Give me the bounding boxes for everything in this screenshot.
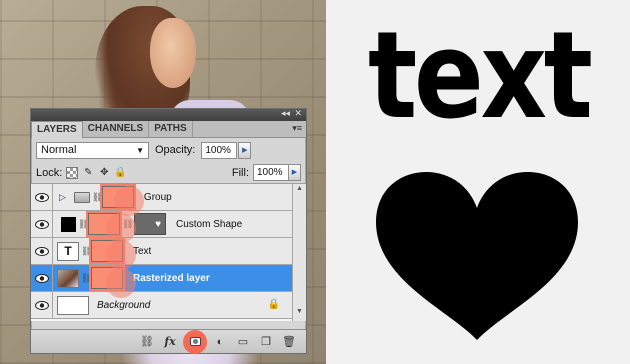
lock-row: Lock: ✎ ✥ 🔒 Fill: 100% ▶ [31,162,306,184]
link-layers-icon[interactable]: ⛓ [140,335,154,348]
text-layer-icon[interactable]: T [57,241,79,261]
photo-face [150,18,196,88]
lock-all-icon[interactable]: 🔒 [114,167,126,179]
artwork-area: text [326,0,630,364]
fill-slider-button[interactable]: ▶ [288,164,301,181]
new-group-icon[interactable]: ▭ [236,335,250,348]
layer-name: Custom Shape [176,218,243,230]
layer-row-background[interactable]: Background 🔒 [31,291,294,319]
layer-row-text[interactable]: T ⛓ Text [31,237,294,265]
highlight-circle [106,268,136,298]
link-icon[interactable]: ⛓ [92,192,103,203]
lock-position-icon[interactable]: ✥ [98,167,110,179]
heart-shape [376,172,578,340]
layer-row-rasterized[interactable]: ⛓ Rasterized layer [31,264,294,292]
artwork-text: text [368,7,593,146]
visibility-eye-icon[interactable] [31,183,53,211]
chevron-down-icon: ▼ [136,145,144,155]
lock-pixels-icon[interactable]: ✎ [82,167,94,179]
highlight-circle [106,240,136,270]
layer-name: Group [143,191,172,203]
lock-label: Lock: [36,166,63,179]
tab-layers[interactable]: LAYERS [31,121,83,138]
expand-triangle-icon[interactable]: ▷ [59,192,66,203]
visibility-eye-icon[interactable] [31,210,53,238]
panel-bottom-toolbar: ⛓ fx ◐ ▭ ❐ 🗑 [31,329,306,354]
shape-fill-thumbnail[interactable] [61,216,76,232]
new-layer-icon[interactable]: ❐ [259,335,273,348]
opacity-label: Opacity: [155,144,196,156]
fill-label: Fill: [231,166,249,179]
blend-mode-select[interactable]: Normal ▼ [36,141,149,159]
opacity-input[interactable]: 100% [201,141,238,159]
panel-titlebar[interactable]: ◂◂ ✕ [31,108,306,121]
tab-channels[interactable]: CHANNELS [83,121,150,137]
add-layer-mask-icon[interactable] [183,329,207,354]
vector-mask-thumbnail[interactable]: ♥ [134,213,166,235]
visibility-eye-icon[interactable] [31,237,53,265]
link-icon[interactable]: ⛓ [78,219,89,230]
fill-input[interactable]: 100% [253,164,289,181]
layer-row-group[interactable]: ▷ ⛓ Group [31,183,294,211]
trash-icon[interactable]: 🗑 [282,335,296,348]
scroll-down-icon[interactable]: ▼ [293,308,306,320]
panel-menu-icon[interactable]: ▾≡ [292,123,302,134]
adjustment-layer-icon[interactable]: ◐ [213,336,227,348]
highlight-circle [106,213,136,243]
photo-thumbnail[interactable] [57,268,79,288]
layer-style-fx-icon[interactable]: fx [163,335,177,348]
panel-tabs: LAYERS CHANNELS PATHS ▾≡ [31,121,306,138]
collapse-icon[interactable]: ◂◂ [281,108,290,119]
blend-mode-value: Normal [41,144,77,156]
layers-list: ▷ ⛓ Group ⛓ ⛓ ♥ Custom Shape T ⛓ Te [31,183,306,321]
opacity-slider-button[interactable]: ▶ [238,141,252,159]
layers-scrollbar[interactable]: ▲ ▼ [292,184,306,321]
visibility-eye-icon[interactable] [31,264,53,292]
lock-icon: 🔒 [267,299,280,310]
layer-name: Background [97,299,151,311]
tab-paths[interactable]: PATHS [149,121,193,137]
highlight-circle [114,186,144,216]
folder-icon [73,191,90,203]
visibility-eye-icon[interactable] [31,291,53,319]
blend-row: Normal ▼ Opacity: 100% ▶ [31,138,306,162]
layer-row-custom-shape[interactable]: ⛓ ⛓ ♥ Custom Shape [31,210,294,238]
link-icon[interactable]: ⛓ [81,246,92,257]
background-thumbnail[interactable] [57,295,89,315]
lock-transparency-icon[interactable] [66,166,79,179]
layer-name: Rasterized layer [133,272,210,284]
close-icon[interactable]: ✕ [294,108,302,119]
layers-panel: ◂◂ ✕ LAYERS CHANNELS PATHS ▾≡ Normal ▼ O… [30,108,307,354]
scroll-up-icon[interactable]: ▲ [293,185,306,197]
link-icon[interactable]: ⛓ [81,273,92,284]
